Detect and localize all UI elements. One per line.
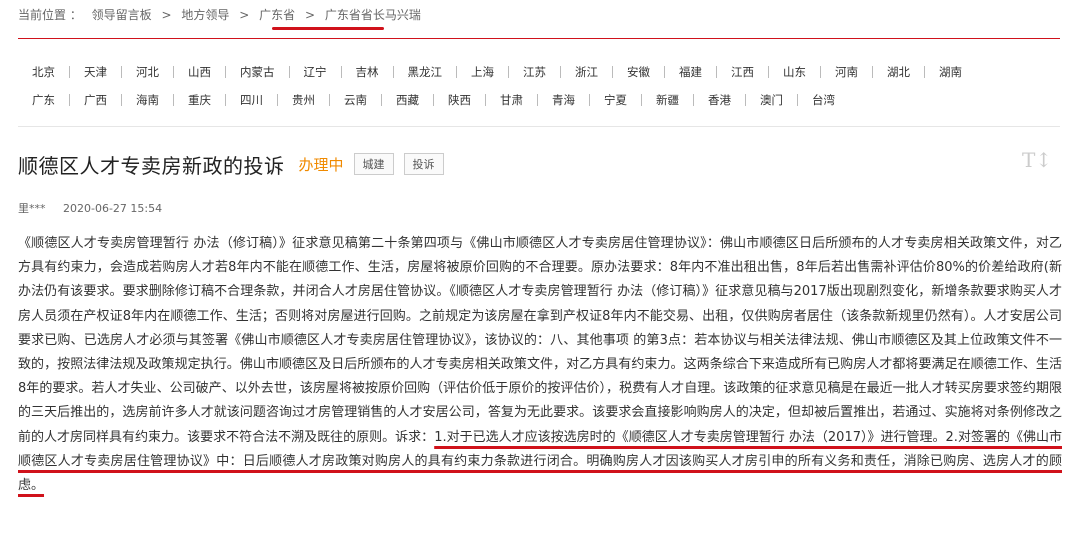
post-body-text: 《顺德区人才专卖房管理暂行 办法（修订稿）》征求意见稿第二十条第四项与《佛山市顺…: [18, 236, 1062, 445]
region-link[interactable]: 上海: [457, 66, 509, 78]
tag-type[interactable]: 投诉: [403, 153, 444, 175]
breadcrumb-link[interactable]: 地方领导: [181, 8, 229, 22]
request-label: 诉求：: [395, 429, 435, 445]
region-link[interactable]: 湖北: [873, 66, 925, 78]
author: 里***: [18, 202, 46, 215]
region-link[interactable]: 浙江: [561, 66, 613, 78]
post-title: 顺德区人才专卖房新政的投诉: [18, 153, 285, 178]
region-link[interactable]: 河北: [122, 66, 174, 78]
section-divider: [18, 126, 1060, 127]
region-row: 广东 广西 海南 重庆 四川 贵州 云南 西藏 陕西 甘肃 青海 宁夏 新疆 香港 澳门 台湾: [18, 86, 1060, 114]
post-datetime: 2020-06-27 15:54: [63, 202, 163, 215]
region-link[interactable]: 贵州: [278, 94, 330, 106]
breadcrumb: 当前位置 ： 领导留言板 > 地方领导 > 广东省 > 广东省省长马兴瑞: [18, 6, 427, 23]
region-link[interactable]: 台湾: [798, 94, 849, 106]
region-link[interactable]: 山西: [174, 66, 226, 78]
region-link[interactable]: 北京: [18, 66, 70, 78]
region-link[interactable]: 河南: [821, 66, 873, 78]
header-rule: [18, 38, 1060, 39]
region-link[interactable]: 云南: [330, 94, 382, 106]
region-link[interactable]: 青海: [538, 94, 590, 106]
breadcrumb-separator: >: [304, 8, 316, 22]
region-link[interactable]: 江苏: [509, 66, 561, 78]
region-link[interactable]: 新疆: [642, 94, 694, 106]
region-link[interactable]: 广东: [18, 94, 70, 106]
region-link[interactable]: 广西: [70, 94, 122, 106]
region-link[interactable]: 陕西: [434, 94, 486, 106]
region-link[interactable]: 香港: [694, 94, 746, 106]
region-link[interactable]: 黑龙江: [394, 66, 457, 78]
region-row: 北京 天津 河北 山西 内蒙古 辽宁 吉林 黑龙江 上海 江苏 浙江 安徽 福建 江西 山东 河南 湖北 湖南: [18, 58, 1060, 86]
region-link[interactable]: 宁夏: [590, 94, 642, 106]
region-link[interactable]: 吉林: [342, 66, 394, 78]
region-link[interactable]: 福建: [665, 66, 717, 78]
region-link[interactable]: 四川: [226, 94, 278, 106]
region-link[interactable]: 安徽: [613, 66, 665, 78]
region-link[interactable]: 内蒙古: [226, 66, 290, 78]
font-size-toggle-icon[interactable]: T↕: [1022, 148, 1052, 172]
breadcrumb-link[interactable]: 领导留言板: [92, 8, 152, 22]
region-link[interactable]: 天津: [70, 66, 122, 78]
region-link[interactable]: 澳门: [746, 94, 798, 106]
region-link[interactable]: 海南: [122, 94, 174, 106]
region-link[interactable]: 江西: [717, 66, 769, 78]
breadcrumb-separator: >: [239, 8, 250, 22]
region-link[interactable]: 甘肃: [486, 94, 538, 106]
breadcrumb-separator: >: [161, 8, 172, 22]
status-badge: 办理中: [298, 155, 344, 174]
breadcrumb-current[interactable]: 广东省省长马兴瑞: [325, 8, 421, 22]
tag-category[interactable]: 城建: [353, 153, 394, 175]
region-link[interactable]: 湖南: [925, 66, 976, 78]
post-body: 《顺德区人才专卖房管理暂行 办法（修订稿）》征求意见稿第二十条第四项与《佛山市顺…: [18, 232, 1062, 498]
post-meta: 里*** 2020-06-27 15:54: [18, 200, 162, 216]
region-link[interactable]: 辽宁: [290, 66, 342, 78]
region-link[interactable]: 重庆: [174, 94, 226, 106]
post-header: 顺德区人才专卖房新政的投诉 办理中 城建 投诉: [18, 148, 444, 180]
breadcrumb-link[interactable]: 广东省: [259, 8, 295, 22]
region-nav: 北京 天津 河北 山西 内蒙古 辽宁 吉林 黑龙江 上海 江苏 浙江 安徽 福建 江西 山东 河南 湖北 湖南 广…: [18, 58, 1060, 114]
breadcrumb-label: 当前位置 ：: [18, 8, 82, 22]
red-underline-annotation: [272, 27, 384, 30]
region-link[interactable]: 山东: [769, 66, 821, 78]
region-link[interactable]: 西藏: [382, 94, 434, 106]
